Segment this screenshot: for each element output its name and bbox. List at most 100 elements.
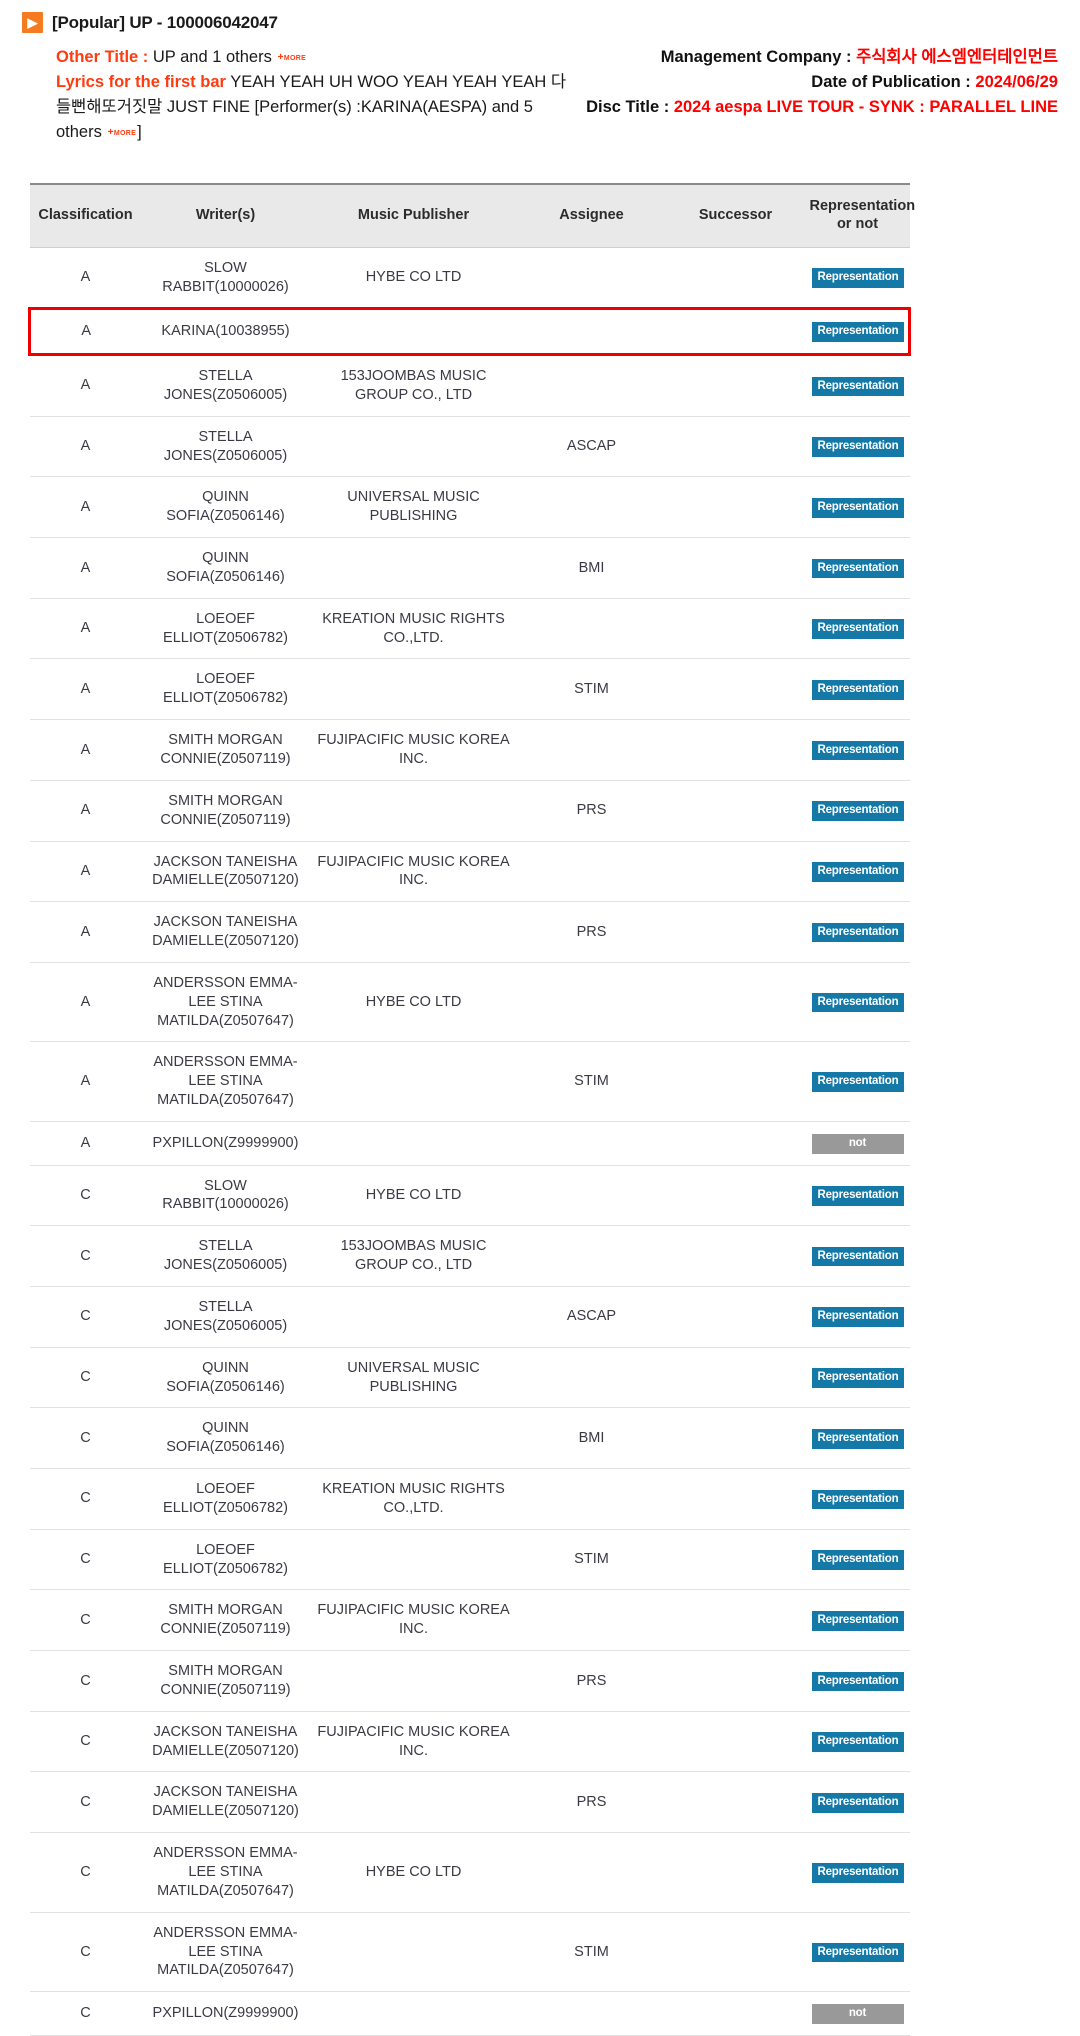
representation-badge[interactable]: Representation xyxy=(811,679,905,700)
cell-assignee: STIM xyxy=(517,1041,666,1122)
representation-badge[interactable]: Representation xyxy=(811,740,905,761)
representation-badge[interactable]: Representation xyxy=(811,1550,905,1570)
rights-table-wrapper: Classification Writer(s) Music Publisher… xyxy=(22,145,1058,2036)
metadata-area: Other Title : UP and 1 others +more Lyri… xyxy=(22,33,1058,145)
cell-publisher: UNIVERSAL MUSIC PUBLISHING xyxy=(309,1347,518,1409)
cell-representation: Representation xyxy=(805,1650,910,1712)
other-title-value: UP and 1 others xyxy=(152,48,272,66)
cell-assignee xyxy=(517,1165,666,1227)
cell-classification: A xyxy=(29,537,142,599)
table-header-row: Classification Writer(s) Music Publisher… xyxy=(29,183,915,248)
cell-representation: Representation xyxy=(805,537,910,599)
cell-publisher: 153JOOMBAS MUSIC GROUP CO., LTD xyxy=(309,354,518,417)
cell-assignee: PRS xyxy=(517,901,666,963)
not-badge[interactable]: not xyxy=(811,1133,904,1154)
rights-table: Classification Writer(s) Music Publisher… xyxy=(28,183,915,2036)
representation-badge[interactable]: Representation xyxy=(811,1186,905,1206)
representation-badge[interactable]: Representation xyxy=(811,992,905,1013)
representation-badge[interactable]: Representation xyxy=(811,1863,905,1883)
cell-publisher: HYBE CO LTD xyxy=(309,962,518,1043)
cell-representation: Representation xyxy=(805,307,911,357)
representation-badge[interactable]: Representation xyxy=(811,922,905,943)
representation-badge[interactable]: Representation xyxy=(811,1368,905,1388)
representation-badge[interactable]: Representation xyxy=(811,619,905,639)
cell-representation: Representation xyxy=(805,901,910,963)
cell-assignee: ASCAP xyxy=(517,1286,666,1348)
cell-writer: ANDERSSON EMMA-LEE STINA MATILDA(Z050764… xyxy=(141,1041,310,1122)
representation-badge[interactable]: Representation xyxy=(811,1246,905,1267)
cell-classification: A xyxy=(29,658,142,721)
cell-writer: ANDERSSON EMMA-LEE STINA MATILDA(Z050764… xyxy=(141,1912,310,1993)
cell-classification: A xyxy=(29,962,142,1043)
cell-classification: A xyxy=(29,247,142,310)
representation-badge[interactable]: Representation xyxy=(811,1792,905,1813)
representation-badge[interactable]: Representation xyxy=(811,1610,905,1631)
cell-representation: Representation xyxy=(805,416,910,478)
cell-publisher xyxy=(309,416,518,478)
lyrics-more-link[interactable]: +more xyxy=(107,126,136,138)
representation-badge[interactable]: Representation xyxy=(811,558,905,579)
cell-assignee xyxy=(517,1347,666,1409)
cell-successor xyxy=(665,1347,806,1409)
cell-assignee xyxy=(517,841,666,903)
representation-badge[interactable]: Representation xyxy=(811,268,905,288)
cell-writer: QUINN SOFIA(Z0506146) xyxy=(141,1347,310,1409)
cell-assignee: BMI xyxy=(517,537,666,599)
representation-badge[interactable]: Representation xyxy=(811,1072,905,1092)
cell-successor xyxy=(665,1991,806,2036)
cell-publisher xyxy=(309,1286,518,1348)
table-row: C LOEOEF ELLIOT(Z0506782) KREATION MUSIC R… xyxy=(29,1468,910,1530)
column-header-music-publisher: Music Publisher xyxy=(309,183,518,248)
cell-representation: Representation xyxy=(805,1165,910,1227)
representation-badge[interactable]: Representation xyxy=(811,1428,905,1449)
cell-successor xyxy=(665,962,806,1043)
cell-writer: KARINA(10038955) xyxy=(141,307,310,357)
representation-badge[interactable]: Representation xyxy=(811,497,905,518)
representation-badge[interactable]: Representation xyxy=(811,862,905,882)
metadata-left: Other Title : UP and 1 others +more Lyri… xyxy=(56,45,576,145)
column-header-writers: Writer(s) xyxy=(141,183,310,248)
table-row: A KARINA(10038955) Representation xyxy=(28,307,911,357)
cell-representation: Representation xyxy=(805,1347,910,1409)
representation-badge[interactable]: Representation xyxy=(811,376,905,397)
cell-writer: LOEOEF ELLIOT(Z0506782) xyxy=(141,658,310,721)
cell-writer: QUINN SOFIA(Z0506146) xyxy=(141,1407,310,1470)
cell-assignee xyxy=(517,1711,666,1773)
representation-badge[interactable]: Representation xyxy=(811,1489,905,1510)
cell-successor xyxy=(665,307,806,357)
cell-successor xyxy=(665,537,806,599)
cell-successor xyxy=(665,1041,806,1122)
not-badge[interactable]: not xyxy=(811,2004,904,2024)
representation-badge[interactable]: Representation xyxy=(811,437,905,457)
cell-publisher: FUJIPACIFIC MUSIC KOREA INC. xyxy=(309,719,518,781)
cell-representation: Representation xyxy=(805,841,910,903)
cell-classification: C xyxy=(29,1991,142,2036)
cell-successor xyxy=(665,719,806,781)
cell-assignee xyxy=(517,719,666,781)
cell-publisher xyxy=(309,1771,518,1834)
table-row: C LOEOEF ELLIOT(Z0506782) STIM Representati… xyxy=(29,1529,910,1591)
representation-badge[interactable]: Representation xyxy=(811,1942,905,1963)
cell-classification: C xyxy=(29,1468,142,1530)
other-title-more-link[interactable]: +more xyxy=(277,51,306,63)
cell-assignee xyxy=(517,962,666,1043)
cell-writer: STELLA JONES(Z0506005) xyxy=(141,1225,310,1287)
cell-classification: A xyxy=(29,901,142,963)
cell-writer: ANDERSSON EMMA-LEE STINA MATILDA(Z050764… xyxy=(141,1832,310,1913)
representation-badge[interactable]: Representation xyxy=(811,322,905,343)
representation-badge[interactable]: Representation xyxy=(811,1671,905,1692)
table-row: A LOEOEF ELLIOT(Z0506782) STIM Representati… xyxy=(29,658,910,721)
representation-badge[interactable]: Representation xyxy=(811,1732,905,1752)
representation-badge[interactable]: Representation xyxy=(811,1307,905,1328)
cell-publisher xyxy=(309,901,518,963)
representation-badge[interactable]: Representation xyxy=(811,801,905,821)
cell-publisher: HYBE CO LTD xyxy=(309,247,518,310)
cell-representation: Representation xyxy=(805,598,910,660)
cell-successor xyxy=(665,1832,806,1913)
cell-representation: Representation xyxy=(805,1771,910,1834)
table-row: A STELLA JONES(Z0506005) 153JOOMBAS MUSIC … xyxy=(29,354,910,417)
cell-representation: Representation xyxy=(805,962,910,1043)
cell-classification: C xyxy=(29,1529,142,1591)
cell-classification: A xyxy=(29,354,142,417)
cell-representation: Representation xyxy=(805,780,910,842)
